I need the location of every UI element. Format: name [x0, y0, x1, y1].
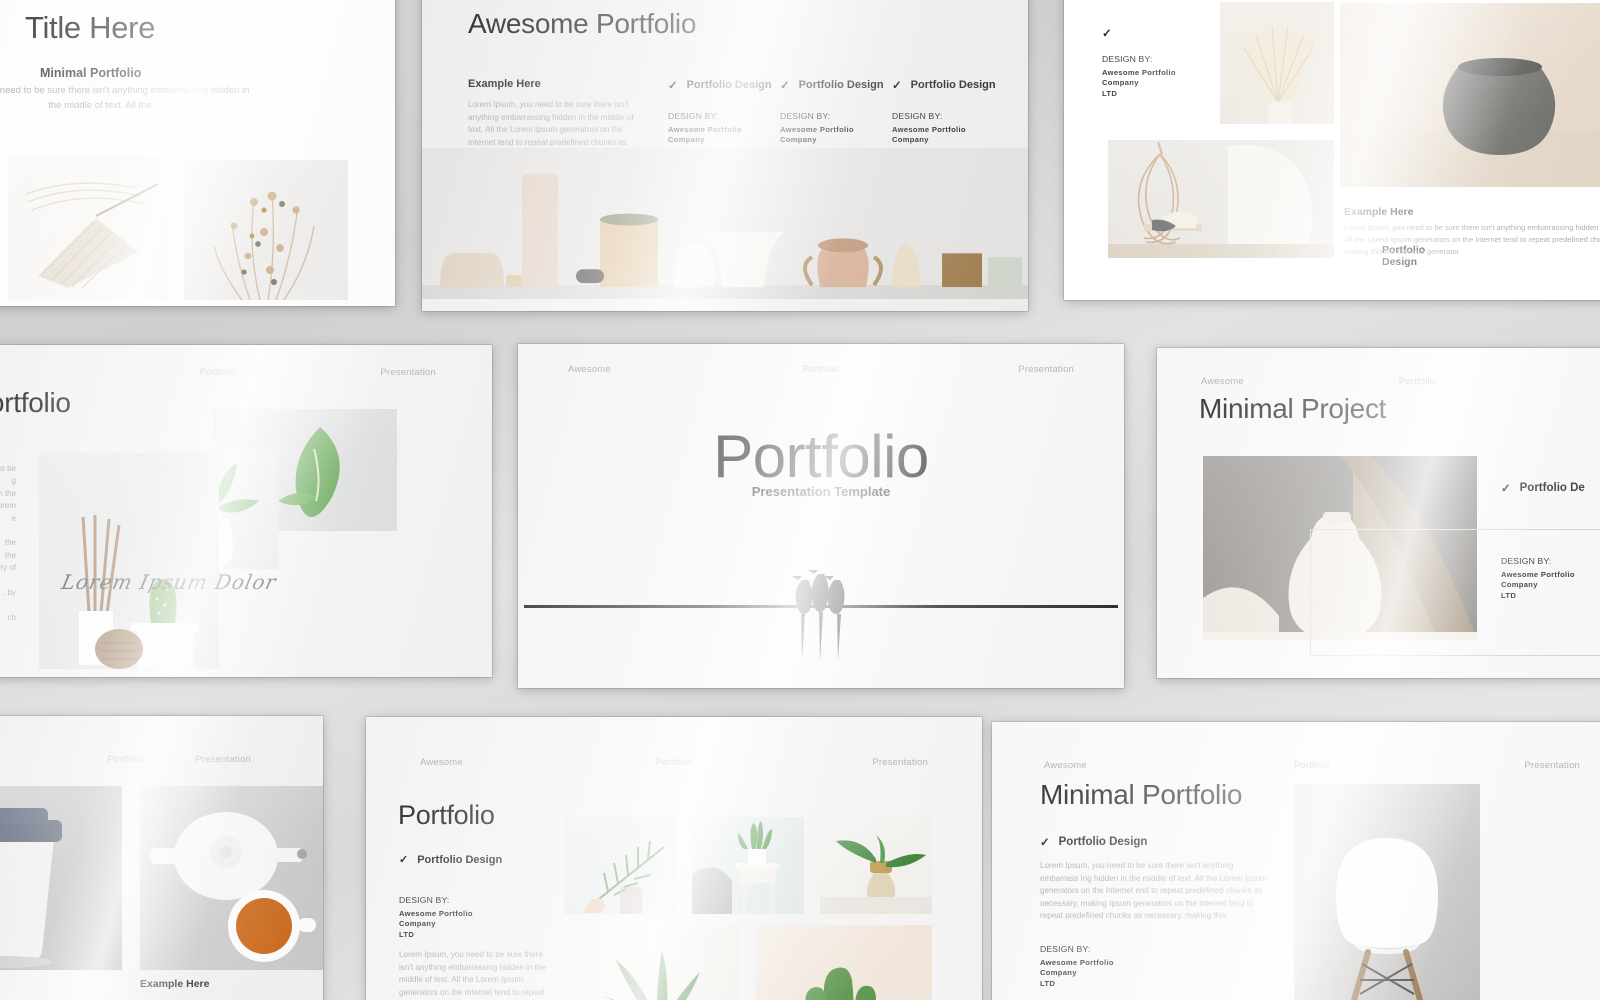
- header-center: Portfolio: [655, 757, 693, 768]
- check-icon: ✓: [1102, 28, 1112, 40]
- page-title: Minimal Portfolio: [1040, 779, 1243, 810]
- portfolio-design-label: Portfolio Design: [798, 79, 884, 91]
- company-name: Awesome PortfolioCompanyLTD: [1040, 958, 1114, 988]
- portfolio-design-label: Portfolio Design: [686, 79, 772, 91]
- photo-monstera-in-jar: [820, 817, 932, 914]
- slide-title-here[interactable]: Title Here Minimal Portfolio Ipsum, you …: [0, 0, 395, 306]
- design-by-label: DESIGN BY:: [1040, 944, 1091, 954]
- page-title: Awesome Portfolio: [468, 8, 697, 39]
- example-body: Lorem Ipsum, you need to be sure there i…: [1344, 223, 1600, 256]
- company-name: Awesome PortfolioCompanyLTD: [399, 909, 473, 939]
- header-right: [1489, 376, 1600, 387]
- header-right: Presentation: [1524, 760, 1581, 771]
- design-by-label: DESIGN BY:: [780, 111, 831, 121]
- header-left: Awesome: [420, 757, 463, 768]
- slide-header: Awesome Portfolio Presentation: [518, 364, 1124, 375]
- portfolio-column-3[interactable]: ✓ Portfolio Design DESIGN BY: Awesome Po…: [892, 78, 1007, 156]
- slide-tagline: Presentation Template: [751, 484, 891, 499]
- check-icon: ✓: [1501, 483, 1511, 495]
- slide-body-text: Lorem Ipsum, you need to be sure there i…: [399, 950, 546, 997]
- page-title: Portfolio: [398, 800, 495, 830]
- photo-aloe-plant: [564, 925, 740, 1000]
- photo-dried-palm-fan: [8, 156, 168, 300]
- header-left: [0, 754, 84, 765]
- photo-hand-holding-palm: [564, 817, 676, 914]
- header-left: [0, 367, 145, 378]
- slide-body-text: d to be g n the orem e the the nary of ,…: [0, 464, 16, 622]
- photo-eames-chair: [1294, 784, 1480, 1000]
- header-left: Awesome: [1201, 376, 1244, 387]
- photo-palm-leaf: [1220, 2, 1334, 124]
- header-center: Portfolio: [802, 364, 840, 375]
- photo-teapot-and-cup: [140, 786, 323, 970]
- design-by-label: DESIGN BY:: [399, 895, 450, 905]
- photo-cactus-pinecone: [39, 453, 219, 669]
- header-center: Portfolio: [107, 754, 144, 765]
- slide-portfolio-cover[interactable]: Awesome Portfolio Presentation Portfolio…: [518, 344, 1124, 688]
- example-label: Example Here: [1344, 206, 1414, 218]
- signature: Lorem Ipsum Dolor: [59, 570, 279, 594]
- page-title: Portfolio: [713, 423, 929, 490]
- photo-hanging-chair: [1108, 140, 1334, 258]
- slide-header: Awesome Portfolio Presentation: [366, 757, 982, 768]
- slide-header: Portfolio Presentation: [0, 367, 492, 378]
- slide-body-text: Lorem Ipsum, you need to be sure there i…: [1040, 861, 1267, 921]
- slide-minimal-project[interactable]: Awesome Portfolio Minimal Project ✓ Port…: [1157, 348, 1600, 678]
- header-center: Portfolio: [1293, 760, 1331, 771]
- illustration-birds-on-wire: [792, 558, 854, 668]
- check-icon: ✓: [399, 854, 409, 866]
- slide-minimal-portfolio[interactable]: Awesome Portfolio Presentation Minimal P…: [992, 722, 1600, 1000]
- slide-creative-portfolio[interactable]: Portfolio Presentation ve Portfolio d to…: [0, 345, 492, 677]
- portfolio-column-1[interactable]: ✓ Portfolio Design DESIGN BY: Awesome Po…: [668, 78, 778, 156]
- header-right: Presentation: [872, 757, 928, 768]
- example-caption-2: Example Here: [140, 978, 210, 990]
- slide-awesome-portfolio[interactable]: Awesome Portfolio Example Here Lorem Ips…: [422, 0, 1028, 311]
- check-icon: ✓: [1040, 837, 1050, 849]
- page-title: Title Here: [25, 10, 156, 45]
- slide-header: Portfolio Presentation: [0, 754, 323, 765]
- presentation-mockup-board: Title Here Minimal Portfolio Ipsum, you …: [0, 0, 1600, 1000]
- photo-vases-shelf: [422, 148, 1028, 299]
- photo-plant-on-table: [692, 817, 804, 914]
- slide-portfolio-design-vases[interactable]: ✓ Portfolio Design DESIGN BY: Awesome Po…: [1064, 0, 1600, 300]
- header-right: Presentation: [380, 367, 436, 378]
- company-name: Awesome PortfolioCompanyLTD: [1501, 570, 1575, 600]
- portfolio-design-label: Portfolio Design: [1058, 836, 1148, 848]
- slide-body-text: Ipsum, you need to be sure there isn't a…: [0, 85, 250, 111]
- portfolio-design-label: Portfolio Design: [417, 853, 503, 866]
- photo-dried-flowers: [184, 160, 348, 300]
- slide-portfolio-grid[interactable]: Awesome Portfolio Presentation Portfolio…: [366, 717, 982, 1000]
- portfolio-design-label: Portfolio Design: [910, 79, 996, 91]
- portfolio-column-2[interactable]: ✓ Portfolio Design DESIGN BY: Awesome Po…: [780, 78, 890, 156]
- photo-coffee-cup: [0, 786, 122, 970]
- photo-stone-vase: [1340, 3, 1600, 187]
- slide-header: Awesome Portfolio: [1157, 376, 1600, 387]
- slide-subtitle: Minimal Portfolio: [40, 66, 142, 80]
- design-by-label: DESIGN BY:: [892, 111, 943, 121]
- page-title: Minimal Project: [1199, 393, 1387, 424]
- check-icon: ✓: [780, 80, 790, 92]
- check-icon: ✓: [668, 80, 678, 92]
- header-right: Presentation: [195, 754, 252, 765]
- header-center: Portfolio: [1398, 376, 1436, 387]
- slide-header: Awesome Portfolio Presentation: [992, 760, 1600, 771]
- design-by-label: DESIGN BY:: [1501, 556, 1552, 566]
- header-right: Presentation: [1018, 364, 1075, 375]
- design-by-label: DESIGN BY:: [668, 111, 719, 121]
- example-label: Example Here: [468, 78, 541, 90]
- portfolio-design-label: Portfolio De: [1519, 482, 1585, 494]
- header-left: Awesome: [1044, 760, 1087, 771]
- slide-product-examples[interactable]: Portfolio Presentation Example Here: [0, 716, 323, 1000]
- check-icon: ✓: [892, 80, 902, 92]
- company-name: Awesome PortfolioCompanyLTD: [1102, 68, 1176, 98]
- photo-cactus: [756, 925, 932, 1000]
- design-by-label: DESIGN BY:: [1102, 54, 1153, 64]
- header-center: Portfolio: [199, 367, 237, 378]
- header-left: Awesome: [568, 364, 611, 375]
- page-title: ve Portfolio: [0, 387, 71, 418]
